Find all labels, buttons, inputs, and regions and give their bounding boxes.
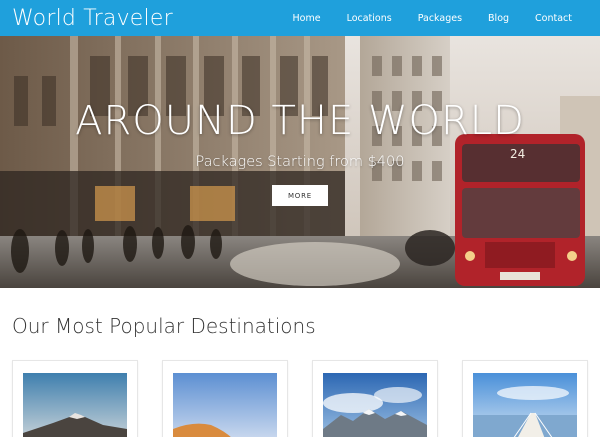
- hero-title: AROUND THE WORLD: [75, 98, 525, 144]
- nav-locations[interactable]: Locations: [347, 13, 392, 24]
- main-nav: Home Locations Packages Blog Contact: [267, 0, 573, 36]
- destination-card-2[interactable]: [162, 360, 288, 437]
- snowy-mountains-image: [323, 373, 427, 437]
- nav-home[interactable]: Home: [293, 13, 321, 24]
- pier-ocean-image: [473, 373, 577, 437]
- mountain-volcano-image: [23, 373, 127, 437]
- nav-blog[interactable]: Blog: [488, 13, 509, 24]
- desert-dune-image: [173, 373, 277, 437]
- destination-card-3[interactable]: [312, 360, 438, 437]
- destination-cards: [12, 360, 600, 437]
- more-button[interactable]: MORE: [272, 185, 328, 206]
- nav-packages[interactable]: Packages: [418, 13, 462, 24]
- navbar: World Traveler Home Locations Packages B…: [0, 0, 600, 36]
- brand-logo[interactable]: World Traveler: [12, 6, 173, 31]
- hero-banner: 24 AROUND THE WORLD Packages Starting fr…: [0, 36, 600, 288]
- nav-contact[interactable]: Contact: [535, 13, 572, 24]
- destination-card-4[interactable]: [462, 360, 588, 437]
- destination-card-1[interactable]: [12, 360, 138, 437]
- section-title: Our Most Popular Destinations: [12, 314, 316, 338]
- hero-subtitle: Packages Starting from $400: [195, 154, 405, 170]
